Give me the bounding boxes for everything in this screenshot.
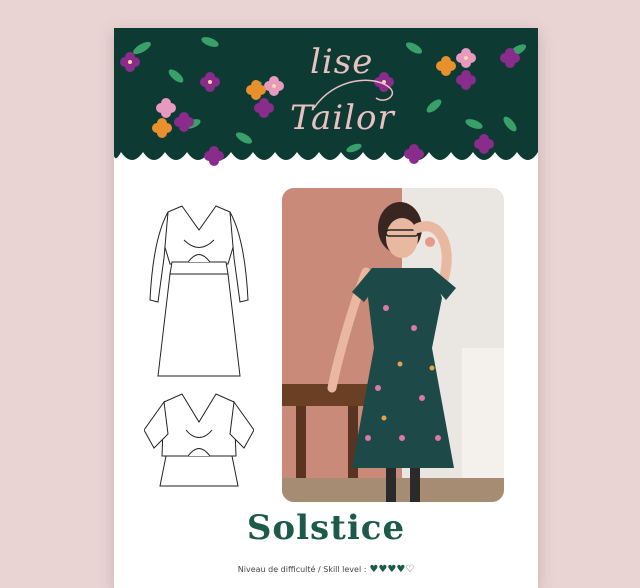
skill-level: Niveau de difficulté / Skill level : ♥♥♥♥…	[114, 564, 538, 575]
skill-hearts-icon: ♥♥♥♥♡	[369, 564, 415, 575]
brand-logo-lise: lise	[310, 42, 374, 82]
brand-logo-tailor: Tailor	[290, 98, 395, 138]
blouse-sketch-icon	[144, 393, 254, 487]
technical-sketches	[144, 205, 254, 487]
pattern-title: Solstice	[246, 508, 406, 548]
dress-sketch-icon	[149, 205, 249, 377]
pattern-cover: lise Tailor Solstice Niveau de difficult…	[114, 28, 538, 588]
model-photo	[282, 188, 504, 502]
